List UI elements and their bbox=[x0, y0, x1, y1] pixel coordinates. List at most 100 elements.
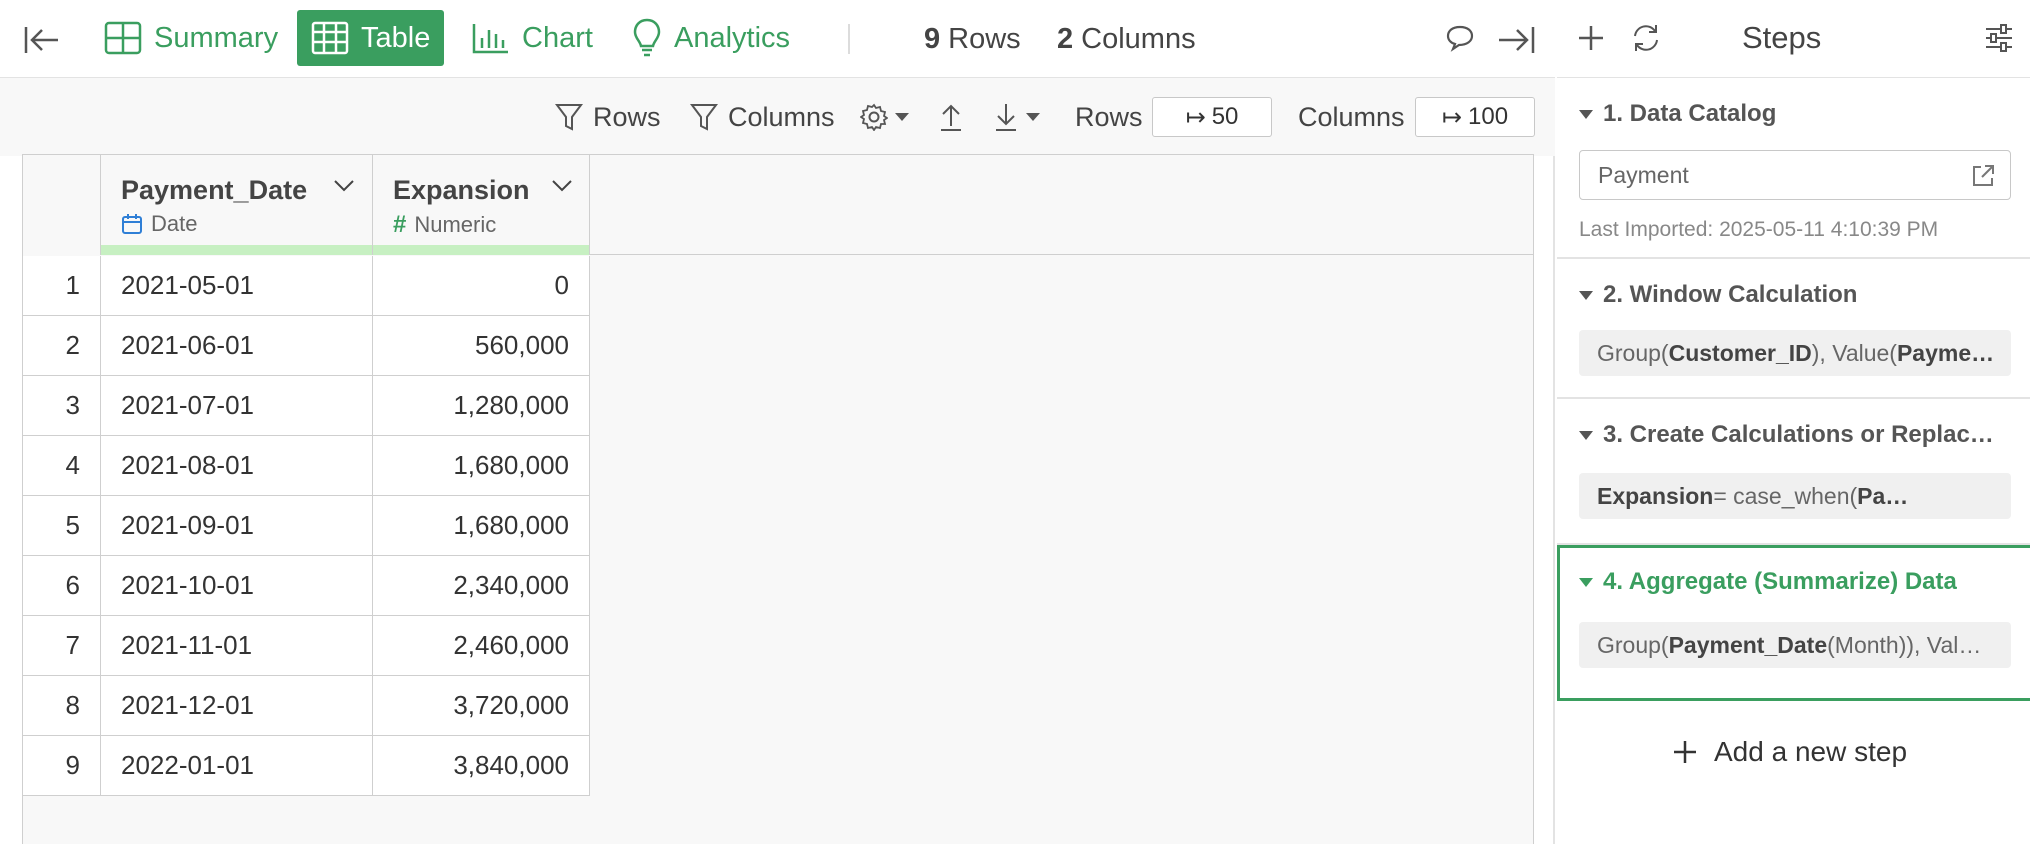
comment-icon[interactable] bbox=[1442, 20, 1478, 56]
calendar-icon bbox=[122, 214, 142, 234]
payment-date-cell[interactable]: 2021-09-01 bbox=[101, 496, 373, 555]
upload-icon bbox=[941, 104, 961, 131]
column-type-label: Date bbox=[151, 211, 198, 236]
table-row: 2 2021-06-01 560,000 bbox=[23, 316, 590, 376]
expansion-cell[interactable]: 3,840,000 bbox=[373, 736, 590, 795]
chevron-down-icon[interactable] bbox=[551, 179, 573, 193]
tab-analytics[interactable]: Analytics bbox=[618, 10, 804, 66]
step-title[interactable]: 4. Aggregate (Summarize) Data bbox=[1579, 568, 1957, 596]
payment-date-cell[interactable]: 2021-10-01 bbox=[101, 556, 373, 615]
rows-limit-text: Rows bbox=[1075, 101, 1143, 132]
summary-text: = case_when( bbox=[1713, 482, 1858, 509]
row-index-header bbox=[23, 155, 101, 255]
row-count-value: 9 bbox=[924, 22, 941, 55]
collapse-left-icon[interactable] bbox=[20, 18, 64, 62]
rows-limit-input[interactable]: ↦ 50 bbox=[1152, 97, 1272, 137]
add-step-button[interactable]: Add a new step bbox=[1672, 736, 1907, 768]
caret-down-icon bbox=[1026, 113, 1040, 121]
row-index-cell: 8 bbox=[23, 676, 101, 735]
summary-bold: Pa… bbox=[1857, 482, 1909, 509]
columns-filter-button[interactable]: Columns bbox=[690, 98, 835, 136]
expansion-cell[interactable]: 2,460,000 bbox=[373, 616, 590, 675]
row-index-cell: 2 bbox=[23, 316, 101, 375]
summary-text: Group( bbox=[1597, 339, 1669, 366]
expansion-cell[interactable]: 1,680,000 bbox=[373, 436, 590, 495]
step-summary[interactable]: Expansion = case_when(Pa… bbox=[1579, 473, 2011, 519]
step-create-calculations[interactable]: 3. Create Calculations or Replac… Expans… bbox=[1557, 399, 2030, 545]
expansion-cell[interactable]: 0 bbox=[373, 256, 590, 315]
data-source-box[interactable]: Payment bbox=[1579, 150, 2011, 200]
row-index-cell: 7 bbox=[23, 616, 101, 675]
top-toolbar: Summary Table Chart Analytics 9 Rows 2 C… bbox=[0, 0, 1555, 78]
payment-date-cell[interactable]: 2022-01-01 bbox=[101, 736, 373, 795]
external-link-icon[interactable] bbox=[1970, 163, 1996, 189]
step-title[interactable]: 3. Create Calculations or Replac… bbox=[1579, 421, 1994, 449]
table-row: 9 2022-01-01 3,840,000 bbox=[23, 736, 590, 796]
expansion-cell[interactable]: 3,720,000 bbox=[373, 676, 590, 735]
settings-dropdown-button[interactable] bbox=[860, 98, 910, 136]
steps-title: Steps bbox=[1742, 20, 1822, 55]
column-type: Date bbox=[121, 211, 197, 237]
add-icon[interactable] bbox=[1573, 20, 1609, 56]
hash-icon: # bbox=[393, 211, 407, 238]
table-row: 4 2021-08-01 1,680,000 bbox=[23, 436, 590, 496]
payment-date-cell[interactable]: 2021-07-01 bbox=[101, 376, 373, 435]
download-dropdown-button[interactable] bbox=[993, 98, 1041, 136]
rows-limit-value: 50 bbox=[1211, 103, 1239, 130]
row-index-cell: 3 bbox=[23, 376, 101, 435]
table-row: 6 2021-10-01 2,340,000 bbox=[23, 556, 590, 616]
limit-arrow-icon: ↦ bbox=[1185, 103, 1206, 131]
chevron-down-icon[interactable] bbox=[333, 179, 355, 193]
payment-date-cell[interactable]: 2021-05-01 bbox=[101, 256, 373, 315]
summary-text: Group( bbox=[1597, 631, 1669, 658]
triangle-down-icon bbox=[1579, 577, 1593, 587]
step-title-text: 2. Window Calculation bbox=[1603, 281, 1858, 308]
column-header-payment-date[interactable]: Payment_Date Date bbox=[101, 155, 373, 255]
steps-panel: Steps 1. Data Catalog Payment Last Impor… bbox=[1557, 0, 2030, 844]
row-index-cell: 5 bbox=[23, 496, 101, 555]
steps-header: Steps bbox=[1557, 0, 2030, 78]
tab-summary[interactable]: Summary bbox=[90, 10, 292, 66]
upload-button[interactable] bbox=[938, 98, 964, 136]
summary-bold: Customer_ID bbox=[1668, 339, 1812, 366]
step-data-catalog[interactable]: 1. Data Catalog Payment Last Imported: 2… bbox=[1557, 78, 2030, 259]
rows-filter-button[interactable]: Rows bbox=[555, 98, 661, 136]
expansion-cell[interactable]: 560,000 bbox=[373, 316, 590, 375]
sliders-icon[interactable] bbox=[1981, 20, 2017, 56]
column-count: 2 Columns bbox=[1057, 20, 1196, 58]
expansion-cell[interactable]: 1,680,000 bbox=[373, 496, 590, 555]
step-aggregate[interactable]: 4. Aggregate (Summarize) Data Group(Paym… bbox=[1557, 545, 2030, 701]
summary-bold: Expansion bbox=[1597, 482, 1714, 509]
triangle-down-icon bbox=[1579, 290, 1593, 300]
payment-date-cell[interactable]: 2021-12-01 bbox=[101, 676, 373, 735]
tab-chart[interactable]: Chart bbox=[458, 10, 607, 66]
step-title[interactable]: 2. Window Calculation bbox=[1579, 281, 1857, 309]
columns-limit-input[interactable]: ↦ 100 bbox=[1415, 97, 1535, 137]
step-title[interactable]: 1. Data Catalog bbox=[1579, 100, 1776, 128]
collapse-right-icon[interactable] bbox=[1494, 18, 1538, 62]
summary-grid-icon bbox=[104, 21, 142, 55]
payment-date-cell[interactable]: 2021-08-01 bbox=[101, 436, 373, 495]
data-source-name: Payment bbox=[1598, 161, 1689, 188]
gear-icon bbox=[860, 103, 888, 131]
expansion-cell[interactable]: 1,280,000 bbox=[373, 376, 590, 435]
column-header-expansion[interactable]: Expansion # Numeric bbox=[373, 155, 590, 255]
rows-filter-label: Rows bbox=[593, 101, 661, 132]
table-icon bbox=[311, 21, 349, 55]
step-summary[interactable]: Group(Payment_Date (Month)), Val… bbox=[1579, 622, 2011, 668]
expansion-cell[interactable]: 2,340,000 bbox=[373, 556, 590, 615]
table-row: 3 2021-07-01 1,280,000 bbox=[23, 376, 590, 436]
step-title-text: 4. Aggregate (Summarize) Data bbox=[1603, 568, 1957, 595]
step-summary[interactable]: Group(Customer_ID), Value(Payme… bbox=[1579, 330, 2011, 376]
triangle-down-icon bbox=[1579, 430, 1593, 440]
payment-date-cell[interactable]: 2021-11-01 bbox=[101, 616, 373, 675]
table-row: 7 2021-11-01 2,460,000 bbox=[23, 616, 590, 676]
payment-date-cell[interactable]: 2021-06-01 bbox=[101, 316, 373, 375]
tab-table[interactable]: Table bbox=[297, 10, 445, 66]
tab-chart-label: Chart bbox=[522, 21, 593, 54]
row-index-cell: 6 bbox=[23, 556, 101, 615]
lightbulb-icon bbox=[633, 18, 661, 57]
refresh-icon[interactable] bbox=[1628, 20, 1664, 56]
columns-filter-label: Columns bbox=[728, 101, 835, 132]
step-window-calculation[interactable]: 2. Window Calculation Group(Customer_ID)… bbox=[1557, 259, 2030, 399]
